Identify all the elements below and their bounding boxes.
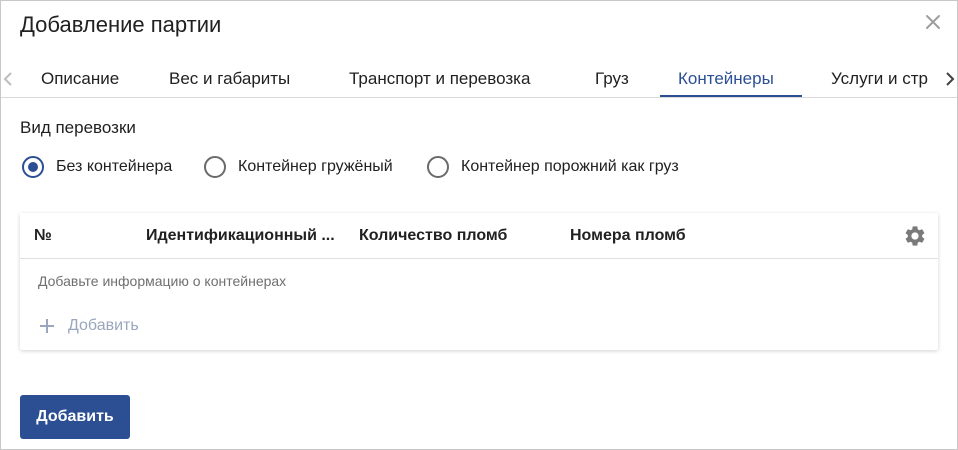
- close-icon[interactable]: [922, 11, 944, 33]
- radio-button[interactable]: [22, 156, 44, 178]
- tab-transport[interactable]: Транспорт и перевозка: [349, 61, 530, 97]
- add-batch-dialog: Добавление партии Описание Вес и габарит…: [0, 0, 958, 450]
- dialog-title: Добавление партии: [20, 12, 222, 37]
- tab-description[interactable]: Описание: [41, 61, 119, 97]
- add-container-label: Добавить: [68, 317, 139, 334]
- table-header: № Идентификационный ... Количество пломб…: [20, 213, 938, 259]
- active-tab-indicator: [660, 95, 802, 97]
- tab-containers[interactable]: Контейнеры: [678, 61, 774, 97]
- add-container-link[interactable]: Добавить: [38, 317, 139, 335]
- column-header-identifier[interactable]: Идентификационный ...: [146, 227, 335, 245]
- radio-button[interactable]: [427, 156, 449, 178]
- chevron-left-icon[interactable]: [1, 70, 15, 88]
- plus-icon: [40, 319, 54, 333]
- tab-weight-dimensions[interactable]: Вес и габариты: [169, 61, 290, 97]
- column-header-seal-numbers[interactable]: Номера пломб: [570, 227, 686, 245]
- gear-icon[interactable]: [903, 224, 927, 248]
- tab-cargo[interactable]: Груз: [595, 61, 629, 97]
- chevron-right-icon[interactable]: [943, 70, 957, 88]
- radio-label: Контейнер гружёный: [238, 158, 393, 175]
- column-header-seal-count[interactable]: Количество пломб: [359, 227, 507, 245]
- tabs-bar: Описание Вес и габариты Транспорт и пере…: [1, 61, 957, 98]
- tab-services[interactable]: Услуги и стр: [831, 61, 928, 97]
- radio-loaded-container[interactable]: Контейнер гружёный: [204, 155, 393, 179]
- add-button[interactable]: Добавить: [20, 395, 130, 439]
- transport-type-label: Вид перевозки: [20, 118, 136, 137]
- radio-label: Контейнер порожний как груз: [461, 158, 679, 175]
- radio-label: Без контейнера: [56, 158, 173, 175]
- radio-empty-container-as-cargo[interactable]: Контейнер порожний как груз: [427, 155, 679, 179]
- radio-no-container[interactable]: Без контейнера: [22, 155, 172, 179]
- empty-table-message: Добавьте информацию о контейнерах: [38, 273, 287, 289]
- column-header-number[interactable]: №: [34, 227, 52, 245]
- radio-button[interactable]: [204, 156, 226, 178]
- containers-table: № Идентификационный ... Количество пломб…: [20, 213, 938, 350]
